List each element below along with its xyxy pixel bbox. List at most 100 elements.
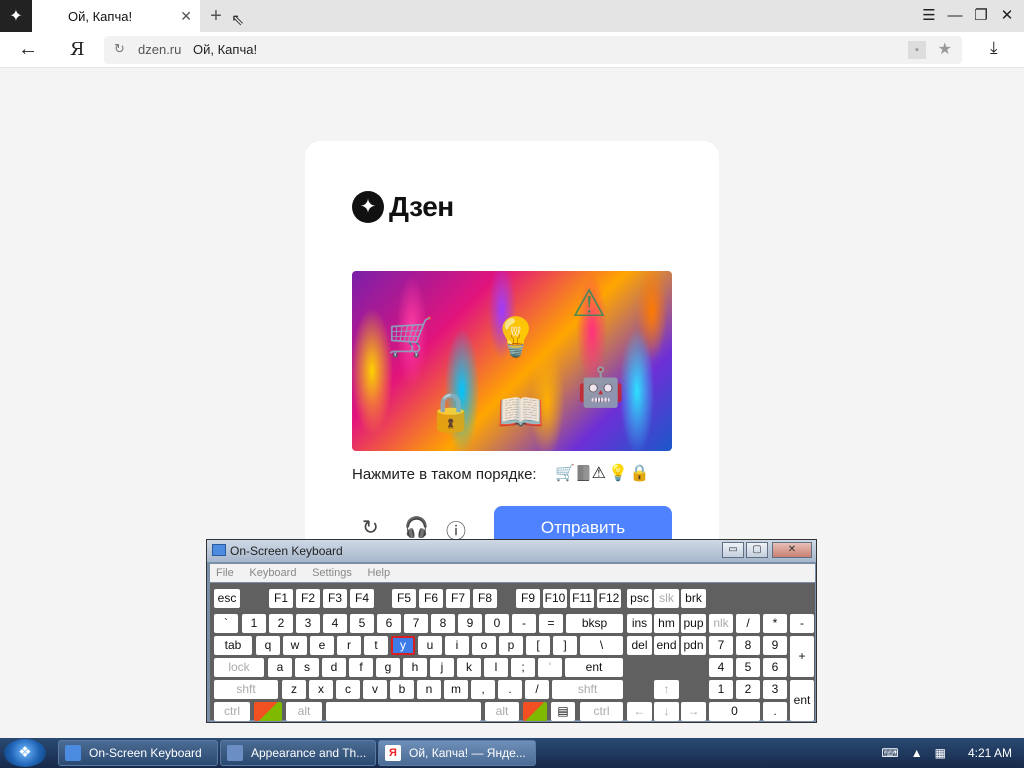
osk-close-icon[interactable]: ✕	[772, 542, 812, 558]
context-menu-icon[interactable]: ▤	[551, 702, 575, 721]
tab-active[interactable]: Ой, Капча! ✕	[32, 0, 200, 32]
osk-key-n4[interactable]: 4	[709, 658, 733, 677]
osk-key-n7[interactable]: 7	[709, 636, 733, 655]
osk-key-w[interactable]: w	[283, 636, 307, 655]
osk-key-lbr[interactable]: [	[526, 636, 550, 655]
osk-key-nent[interactable]: ent	[790, 680, 814, 721]
osk-key-n0[interactable]: 0	[709, 702, 760, 721]
close-window-icon[interactable]: ✕	[996, 6, 1018, 26]
osk-key-n1[interactable]: 1	[709, 680, 733, 699]
osk-key-end[interactable]: end	[654, 636, 679, 655]
osk-key-d6[interactable]: 6	[377, 614, 401, 633]
osk-key-semi[interactable]: ;	[511, 658, 535, 677]
osk-key-v[interactable]: v	[363, 680, 387, 699]
robot-icon[interactable]: 🤖	[577, 366, 624, 410]
osk-key-f3[interactable]: F3	[323, 589, 347, 608]
yandex-logo-button[interactable]: Я	[70, 39, 85, 60]
osk-key-nplus[interactable]: +	[790, 636, 814, 677]
protect-icon[interactable]: ▪	[908, 41, 926, 59]
osk-key-f2[interactable]: F2	[296, 589, 320, 608]
osk-key-pdn[interactable]: pdn	[681, 636, 706, 655]
osk-key-s[interactable]: s	[295, 658, 319, 677]
osk-minimize-icon[interactable]: ▭	[722, 542, 744, 558]
osk-key-ent[interactable]: ent	[565, 658, 623, 677]
show-hidden-icons-icon[interactable]: ▲	[911, 746, 923, 760]
osk-key-comma[interactable]: ,	[471, 680, 495, 699]
osk-key-r[interactable]: r	[337, 636, 361, 655]
lwin-windows-icon[interactable]	[254, 702, 282, 721]
taskbar-item-browser[interactable]: Я Ой, Капча! — Янде...	[378, 740, 536, 766]
osk-key-d7[interactable]: 7	[404, 614, 428, 633]
osk-key-tab[interactable]: tab	[214, 636, 252, 655]
osk-key-n5[interactable]: 5	[736, 658, 760, 677]
osk-key-equal[interactable]: =	[539, 614, 563, 633]
osk-key-a[interactable]: a	[268, 658, 292, 677]
start-button-windows-icon[interactable]: ❖	[4, 739, 46, 767]
osk-key-nsub[interactable]: -	[790, 614, 814, 633]
reload-icon[interactable]: ↻	[114, 41, 125, 57]
captcha-image[interactable]: 🛒 💡 ⚠ 🤖 🔒 📖	[352, 271, 672, 451]
osk-key-right[interactable]: →	[681, 702, 706, 721]
osk-key-rbr[interactable]: ]	[553, 636, 577, 655]
osk-key-n9[interactable]: 9	[763, 636, 787, 655]
osk-key-nlk[interactable]: nlk	[709, 614, 733, 633]
osk-key-f4[interactable]: F4	[350, 589, 374, 608]
osk-key-ins[interactable]: ins	[627, 614, 652, 633]
osk-key-h[interactable]: h	[403, 658, 427, 677]
osk-key-f12[interactable]: F12	[597, 589, 621, 608]
osk-key-q[interactable]: q	[256, 636, 280, 655]
osk-key-ndot[interactable]: .	[763, 702, 787, 721]
osk-key-f10[interactable]: F10	[543, 589, 567, 608]
bookmark-star-icon[interactable]: ★	[938, 39, 952, 59]
osk-key-p[interactable]: p	[499, 636, 523, 655]
osk-key-d4[interactable]: 4	[323, 614, 347, 633]
osk-key-d8[interactable]: 8	[431, 614, 455, 633]
osk-key-f1[interactable]: F1	[269, 589, 293, 608]
rwin-windows-icon[interactable]	[523, 702, 547, 721]
osk-key-rshft[interactable]: shft	[552, 680, 623, 699]
osk-key-d5[interactable]: 5	[350, 614, 374, 633]
osk-key-f6[interactable]: F6	[419, 589, 443, 608]
osk-key-y[interactable]: y	[391, 636, 415, 655]
osk-key-slk[interactable]: slk	[654, 589, 679, 608]
audio-captcha-headphones-icon[interactable]: 🎧	[404, 515, 429, 540]
osk-key-o[interactable]: o	[472, 636, 496, 655]
osk-key-bksp[interactable]: bksp	[566, 614, 623, 633]
osk-key-n2[interactable]: 2	[736, 680, 760, 699]
browser-menu-logo-icon[interactable]: ✦	[0, 0, 32, 32]
osk-key-f[interactable]: f	[349, 658, 373, 677]
osk-key-nmul[interactable]: *	[763, 614, 787, 633]
refresh-captcha-icon[interactable]: ↻	[362, 515, 379, 540]
osk-key-l[interactable]: l	[484, 658, 508, 677]
new-tab-button[interactable]: +	[205, 4, 227, 28]
osk-key-f9[interactable]: F9	[516, 589, 540, 608]
osk-key-down[interactable]: ↓	[654, 702, 679, 721]
tab-close-icon[interactable]: ✕	[180, 8, 192, 25]
lock-icon[interactable]: 🔒	[427, 391, 474, 435]
osk-key-d1[interactable]: 1	[242, 614, 266, 633]
keyboard-tray-icon[interactable]: ⌨	[881, 746, 898, 760]
back-arrow-icon[interactable]: ←	[18, 38, 38, 61]
osk-key-quote[interactable]: '	[538, 658, 562, 677]
osk-key-f11[interactable]: F11	[570, 589, 594, 608]
hamburger-menu-icon[interactable]: ☰	[918, 6, 940, 26]
osk-key-z[interactable]: z	[282, 680, 306, 699]
address-bar[interactable]: ↻ dzen.ru Ой, Капча! ▪ ★	[104, 36, 962, 64]
osk-key-e[interactable]: e	[310, 636, 334, 655]
warning-triangle-icon[interactable]: ⚠	[572, 281, 606, 326]
osk-key-minus[interactable]: -	[512, 614, 536, 633]
network-icon[interactable]: ▦	[935, 746, 946, 760]
osk-key-d0[interactable]: 0	[485, 614, 509, 633]
osk-menu-help[interactable]: Help	[367, 564, 390, 582]
osk-key-f8[interactable]: F8	[473, 589, 497, 608]
osk-key-grave[interactable]: `	[214, 614, 238, 633]
osk-key-lctrl[interactable]: ctrl	[214, 702, 250, 721]
osk-key-slash[interactable]: /	[525, 680, 549, 699]
osk-key-g[interactable]: g	[376, 658, 400, 677]
osk-key-m[interactable]: m	[444, 680, 468, 699]
osk-key-rctrl[interactable]: ctrl	[580, 702, 623, 721]
osk-key-lalt[interactable]: alt	[286, 702, 322, 721]
osk-menu-keyboard[interactable]: Keyboard	[249, 564, 296, 582]
minimize-icon[interactable]: —	[944, 6, 966, 26]
osk-key-u[interactable]: u	[418, 636, 442, 655]
